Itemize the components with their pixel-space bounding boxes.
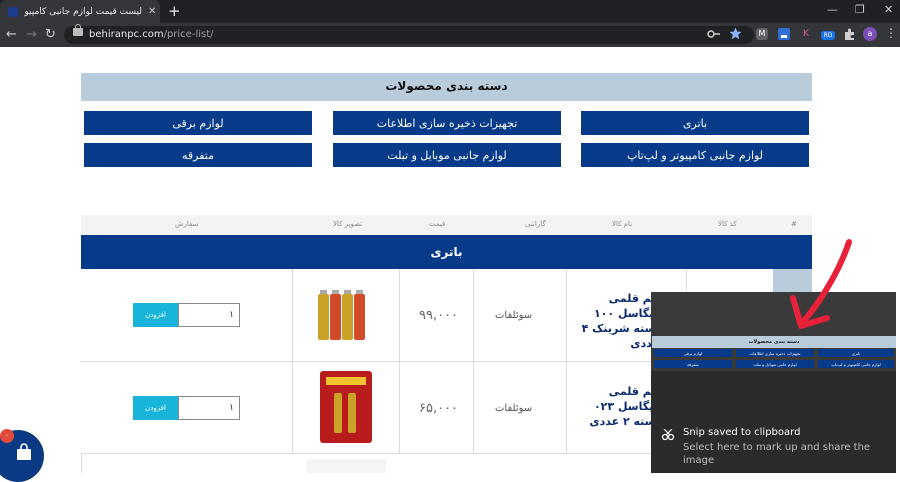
product-name[interactable]: نیم قلمی گیگاسل ۰۲۳ بسته ۲ عددی: [570, 384, 660, 429]
new-tab-button[interactable]: +: [168, 2, 181, 20]
product-warranty: سوئلفات: [495, 310, 533, 321]
snip-mini-button: لوازم جانبی موبایل و تبلت: [736, 360, 814, 368]
download-ext-icon[interactable]: [778, 28, 790, 40]
menu-kebab-icon[interactable]: ⋮: [885, 26, 897, 40]
product-image[interactable]: [306, 367, 386, 447]
extensions-puzzle-icon[interactable]: [843, 28, 855, 40]
battery-pack-image: [318, 290, 365, 340]
forward-icon[interactable]: →: [26, 27, 37, 43]
header-warranty: گارانتی: [525, 220, 546, 228]
tab-title: لیست قیمت لوازم جانبی کامپیوتر و: [24, 6, 142, 17]
quantity-input[interactable]: ۱: [178, 396, 240, 420]
header-order: سفارش: [175, 220, 199, 228]
snip-icon: [661, 429, 675, 441]
category-storage-button[interactable]: تجهیزات ذخیره سازی اطلاعات: [333, 111, 561, 135]
snip-subtitle: Select here to mark up and share the ima…: [683, 442, 871, 466]
restore-icon[interactable]: ❐: [855, 3, 865, 16]
category-computer-accessories-button[interactable]: لوازم جانبی کامپیوتر و لپ‌تاپ: [581, 143, 809, 167]
shopping-bag-icon: [17, 443, 31, 460]
minimize-icon[interactable]: —: [827, 3, 838, 16]
add-to-cart-button[interactable]: افزودن: [133, 303, 178, 327]
snip-mini-button: متفرقه: [654, 360, 732, 368]
key-icon[interactable]: [707, 29, 721, 39]
close-window-icon[interactable]: ✕: [884, 3, 893, 16]
back-icon[interactable]: ←: [6, 27, 17, 43]
extension-rd-icon[interactable]: RD: [821, 31, 835, 40]
product-image[interactable]: [306, 459, 386, 473]
product-price: ۶۵,۰۰۰: [419, 401, 459, 416]
table-category-row: باتری: [81, 235, 812, 269]
categories-title: دسته بندی محصولات: [385, 79, 508, 93]
bookmark-star-icon[interactable]: [729, 27, 742, 40]
category-misc-button[interactable]: متفرقه: [84, 143, 312, 167]
snip-mini-button: لوازم برقی: [654, 349, 732, 357]
extension-k-icon[interactable]: K: [800, 28, 812, 40]
browser-tab[interactable]: لیست قیمت لوازم جانبی کامپیوتر و ✕: [0, 0, 160, 23]
header-image: تصویر کالا: [333, 220, 363, 228]
battery-blister-image: [320, 371, 372, 443]
red-arrow-annotation: [790, 239, 852, 329]
product-warranty: سوئلفات: [495, 403, 533, 414]
url-text[interactable]: behiranpc.com/price-list/: [89, 29, 214, 40]
header-index: #: [791, 220, 797, 228]
category-mobile-accessories-button[interactable]: لوازم جانبی موبایل و تبلت: [333, 143, 561, 167]
product-price: ۹۹,۰۰۰: [419, 308, 459, 323]
snip-title: Snip saved to clipboard: [683, 427, 801, 438]
snip-mini-button: باتری: [818, 349, 894, 357]
snip-preview-title: دسته بندی محصولات: [652, 336, 896, 348]
profile-avatar[interactable]: a: [863, 27, 877, 41]
site-favicon-icon: [8, 6, 18, 17]
reload-icon[interactable]: ↻: [45, 27, 56, 43]
header-name: نام کالا: [612, 220, 633, 228]
category-battery-button[interactable]: باتری: [581, 111, 809, 135]
product-image[interactable]: [306, 276, 386, 356]
category-electrical-button[interactable]: لوازم برقی: [84, 111, 312, 135]
url-domain: behiranpc.com: [89, 29, 164, 40]
url-path: /price-list/: [163, 29, 214, 40]
snip-mini-button: تجهیزات ذخیره سازی اطلاعات: [736, 349, 814, 357]
add-to-cart-button[interactable]: افزودن: [133, 396, 178, 420]
lock-icon: [73, 24, 83, 36]
header-code: کد کالا: [718, 220, 737, 228]
product-name[interactable]: نیم قلمی گیگاسل ۱۰۰ بسته شرینک ۴ عددی: [570, 291, 660, 351]
quantity-input[interactable]: ۱: [178, 303, 240, 327]
snip-mini-button: لوازم جانبی کامپیوتر و لپ‌تاپ: [818, 360, 894, 368]
cart-count-badge: ۰: [0, 429, 14, 443]
tab-close-icon[interactable]: ✕: [148, 6, 156, 17]
extension-m-icon[interactable]: M: [756, 28, 768, 40]
header-price: قیمت: [429, 220, 446, 228]
